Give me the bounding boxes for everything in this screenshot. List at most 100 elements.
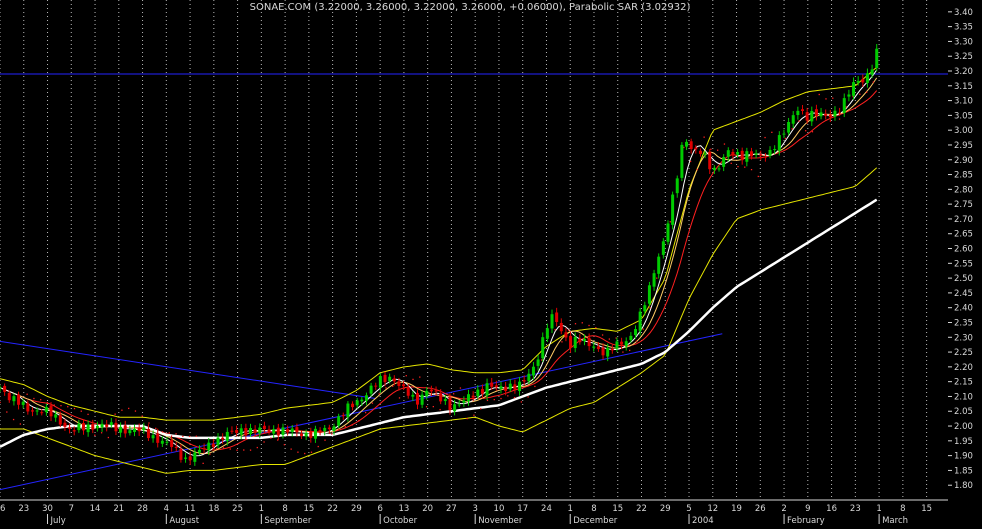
sar-dot — [446, 393, 448, 395]
chart-title: SONAE.COM (3.22000, 3.26000, 3.22000, 3.… — [250, 2, 691, 13]
x-tick-label: 6 — [377, 504, 382, 514]
sar-dot — [141, 415, 143, 417]
candle-body — [300, 433, 304, 436]
sar-dot — [304, 452, 306, 455]
x-tick-label: 1 — [568, 504, 573, 514]
sar-dot — [182, 435, 184, 438]
x-tick-label: 23 — [850, 504, 861, 514]
candle-body — [754, 153, 758, 155]
sar-dot — [717, 149, 719, 151]
candle-body — [295, 427, 299, 433]
y-tick-label: 2.20 — [954, 363, 973, 373]
x-tick-label: 30 — [42, 504, 53, 514]
candle-body — [819, 112, 823, 117]
sar-dot — [635, 340, 638, 342]
sar-dot — [859, 93, 861, 95]
candle-body — [174, 446, 178, 448]
y-tick-label: 2.75 — [954, 200, 973, 210]
x-tick-label: 25 — [232, 504, 243, 514]
sar-dot — [642, 328, 644, 330]
x-tick-label: 24 — [541, 504, 552, 514]
candle-body — [30, 410, 34, 412]
candle-body — [202, 448, 206, 450]
sar-dot — [290, 448, 292, 450]
sar-dot — [757, 175, 759, 178]
sar-dot — [128, 407, 130, 410]
sar-dot — [236, 449, 238, 451]
y-tick-label: 2.15 — [954, 378, 973, 388]
candle-body — [230, 430, 234, 432]
sar-dot — [80, 410, 82, 412]
sar-dot — [730, 162, 732, 164]
sar-dot — [87, 413, 89, 416]
candle-body — [253, 429, 257, 433]
sar-dot — [601, 334, 604, 336]
x-tick-label: 15 — [921, 504, 932, 514]
candle-body — [123, 425, 127, 434]
y-tick-label: 2.25 — [954, 348, 973, 358]
candle-body — [72, 430, 76, 432]
candle-body — [671, 194, 675, 225]
x-tick-label: 7 — [69, 504, 74, 514]
sar-dot — [750, 168, 753, 171]
candle-body — [675, 178, 679, 194]
candle-body — [745, 151, 749, 162]
candle-body — [856, 80, 860, 83]
candle-body — [634, 329, 638, 336]
x-tick-label: 26 — [755, 504, 766, 514]
candle-body — [596, 346, 600, 350]
sar-dot — [134, 410, 137, 412]
sar-dot — [344, 426, 346, 428]
x-tick-label: 1 — [259, 504, 264, 514]
candle-body — [77, 423, 81, 431]
y-tick-label: 2.65 — [954, 230, 973, 240]
sar-dot — [19, 423, 22, 425]
x-tick-label: 8 — [282, 504, 287, 514]
candle-body — [573, 336, 577, 349]
sar-dot — [6, 411, 8, 413]
y-tick-label: 2.05 — [954, 407, 973, 417]
candle-body — [170, 440, 174, 448]
candle-body — [323, 427, 327, 432]
candle-body — [211, 443, 215, 447]
candle-body — [569, 335, 573, 349]
sar-dot — [310, 451, 313, 453]
candle-body — [193, 452, 197, 462]
candle-body — [712, 167, 716, 170]
candle-body — [522, 380, 526, 382]
x-tick-label: 1 — [876, 504, 881, 514]
candle-body — [740, 150, 744, 161]
candle-body — [550, 314, 554, 329]
candle-body — [629, 335, 633, 340]
sar-dot — [351, 424, 353, 426]
candle-body — [81, 423, 85, 431]
candle-body — [286, 429, 290, 433]
y-tick-label: 2.40 — [954, 304, 973, 314]
candle-body — [272, 429, 276, 434]
sar-dot — [595, 327, 597, 329]
month-label: October — [383, 516, 418, 525]
x-tick-label: 29 — [660, 504, 671, 514]
y-tick-label: 2.90 — [954, 156, 973, 166]
x-tick-label: 21 — [113, 504, 124, 514]
candle-body — [773, 149, 777, 151]
candle-body — [91, 423, 95, 430]
sar-dot — [513, 397, 516, 399]
sar-dot — [425, 406, 428, 408]
candle-body — [276, 427, 280, 436]
sar-dot — [500, 397, 502, 400]
sar-dot — [53, 404, 55, 406]
sar-dot — [419, 376, 421, 378]
stock-chart: 1.80 1.85 1.90 1.95 2.00 2.05 2.10 2.15 2.20 2.25… — [0, 0, 982, 526]
x-tick-label: 19 — [731, 504, 742, 514]
sar-dot — [710, 148, 712, 150]
sar-dot — [838, 118, 841, 120]
month-label: August — [169, 516, 199, 525]
candle-body — [703, 153, 707, 155]
candle-body — [717, 168, 721, 170]
sar-dot — [107, 436, 110, 439]
candle-body — [369, 385, 373, 394]
sar-dot — [649, 307, 651, 309]
x-tick-label: 2 — [781, 504, 786, 514]
candle-body — [137, 428, 141, 432]
